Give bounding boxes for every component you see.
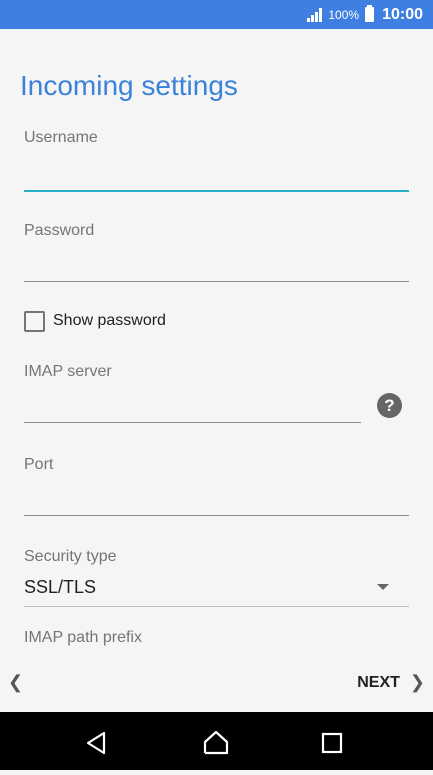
- imap-server-field[interactable]: [24, 394, 361, 423]
- battery-icon: [365, 5, 375, 22]
- security-type-label: Security type: [24, 548, 117, 565]
- password-field[interactable]: [24, 253, 409, 282]
- security-type-value: SSL/TLS: [24, 577, 97, 597]
- clock: 10:00: [382, 5, 423, 23]
- security-type-select[interactable]: SSL/TLS: [24, 574, 409, 607]
- show-password-checkbox[interactable]: [24, 311, 45, 332]
- system-nav-bar: [0, 712, 433, 770]
- recents-square-icon[interactable]: [302, 712, 362, 770]
- page-title: Incoming settings: [20, 70, 238, 101]
- password-label: Password: [24, 222, 95, 239]
- back-triangle-icon[interactable]: [66, 712, 126, 770]
- port-label: Port: [24, 456, 54, 473]
- dropdown-arrow-icon: [377, 584, 389, 590]
- chevron-left-icon[interactable]: ❮: [8, 672, 23, 693]
- next-button[interactable]: NEXT ❯: [357, 672, 425, 693]
- imap-server-label: IMAP server: [24, 363, 112, 380]
- help-icon[interactable]: ?: [377, 393, 402, 418]
- signal-bars-icon: [307, 7, 323, 22]
- next-label: NEXT: [357, 673, 400, 691]
- status-bar: 100% 10:00: [0, 0, 433, 29]
- status-indicators: 100% 10:00: [307, 0, 423, 29]
- imap-path-prefix-label: IMAP path prefix: [24, 629, 142, 646]
- wizard-footer: ❮ NEXT ❯: [0, 668, 433, 700]
- battery-percent: 100%: [328, 7, 360, 22]
- show-password-label[interactable]: Show password: [53, 312, 166, 330]
- username-label: Username: [24, 129, 98, 146]
- home-icon[interactable]: [186, 712, 246, 770]
- port-field[interactable]: [24, 487, 409, 516]
- username-field[interactable]: [24, 162, 409, 192]
- chevron-right-icon: ❯: [409, 672, 425, 692]
